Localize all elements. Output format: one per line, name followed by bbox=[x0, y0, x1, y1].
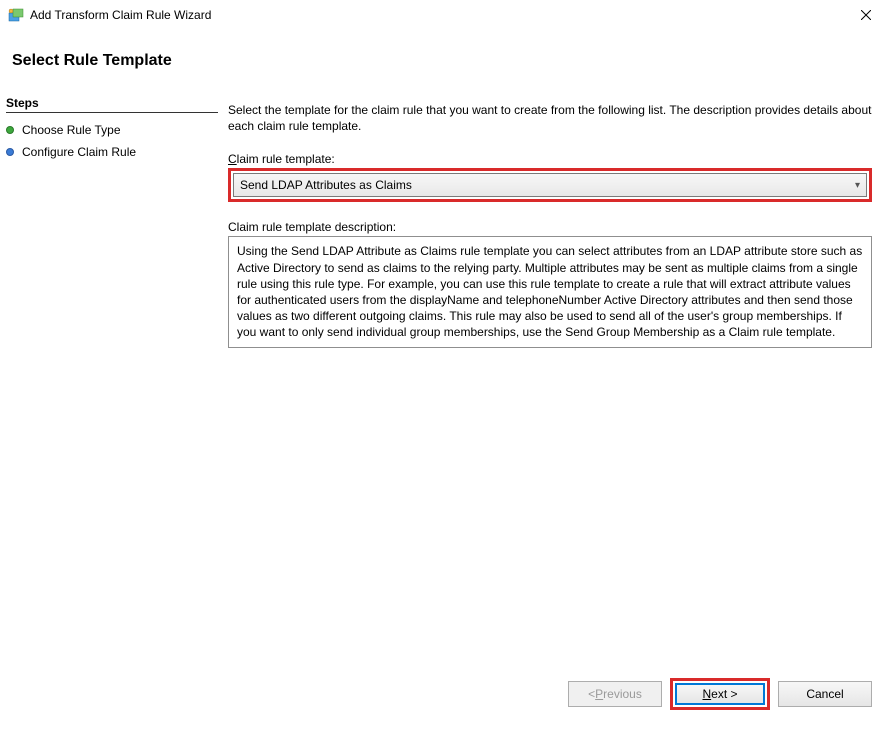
heading-area: Select Rule Template bbox=[0, 30, 894, 94]
steps-sidebar: Steps Choose Rule Type Configure Claim R… bbox=[0, 94, 218, 722]
app-icon bbox=[8, 7, 24, 23]
chevron-down-icon: ▾ bbox=[855, 180, 860, 191]
previous-button: < Previous bbox=[568, 681, 662, 707]
step-pending-icon bbox=[6, 148, 14, 156]
page-title: Select Rule Template bbox=[12, 52, 882, 70]
dropdown-value: Send LDAP Attributes as Claims bbox=[240, 178, 412, 192]
main-panel: Select the template for the claim rule t… bbox=[218, 94, 894, 722]
step-done-icon bbox=[6, 126, 14, 134]
next-button-highlight: Next > bbox=[670, 678, 770, 710]
steps-heading: Steps bbox=[6, 94, 218, 113]
template-description: Using the Send LDAP Attribute as Claims … bbox=[228, 236, 872, 347]
claim-rule-template-dropdown[interactable]: Send LDAP Attributes as Claims ▾ bbox=[233, 173, 867, 197]
step-choose-rule-type[interactable]: Choose Rule Type bbox=[6, 119, 218, 141]
template-label: Claim rule template: bbox=[228, 152, 872, 166]
cancel-button[interactable]: Cancel bbox=[778, 681, 872, 707]
step-configure-claim-rule[interactable]: Configure Claim Rule bbox=[6, 141, 218, 163]
step-label: Configure Claim Rule bbox=[22, 145, 136, 159]
step-label: Choose Rule Type bbox=[22, 123, 121, 137]
close-button[interactable] bbox=[846, 1, 886, 29]
template-dropdown-highlight: Send LDAP Attributes as Claims ▾ bbox=[228, 168, 872, 202]
description-label: Claim rule template description: bbox=[228, 220, 872, 234]
next-button[interactable]: Next > bbox=[675, 683, 765, 705]
window-title: Add Transform Claim Rule Wizard bbox=[30, 8, 846, 22]
titlebar: Add Transform Claim Rule Wizard bbox=[0, 0, 894, 30]
instruction-text: Select the template for the claim rule t… bbox=[228, 102, 872, 134]
wizard-button-row: < Previous Next > Cancel bbox=[568, 678, 872, 710]
